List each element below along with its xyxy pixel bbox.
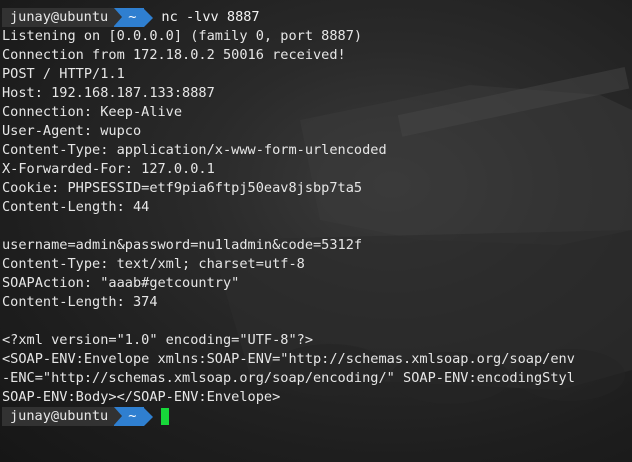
- output-line: Content-Type: application/x-www-form-url…: [2, 142, 387, 158]
- output-line: <?xml version="1.0" encoding="UTF-8"?>: [2, 332, 313, 348]
- terminal-window[interactable]: junay@ubuntu ~ nc -lvv 8887 Listening on…: [0, 0, 632, 462]
- prompt-user: junay@ubuntu: [2, 8, 115, 27]
- output-line: -ENC="http://schemas.xmlsoap.org/soap/en…: [2, 370, 575, 386]
- cursor-block[interactable]: [161, 408, 170, 425]
- output-line: X-Forwarded-For: 127.0.0.1: [2, 161, 215, 177]
- output-line: Content-Type: text/xml; charset=utf-8: [2, 256, 305, 272]
- output-line: SOAP-ENV:Body></SOAP-ENV:Envelope>: [2, 389, 281, 405]
- output-line: username=admin&password=nu1ladmin&code=5…: [2, 237, 363, 253]
- output-line: <SOAP-ENV:Envelope xmlns:SOAP-ENV="http:…: [2, 351, 575, 367]
- output-line: Content-Length: 374: [2, 294, 158, 310]
- prompt-directory: ~: [114, 8, 145, 27]
- output-line: Connection from 172.18.0.2 50016 receive…: [2, 47, 346, 63]
- output-line: SOAPAction: "aaab#getcountry": [2, 275, 240, 291]
- prompt-user: junay@ubuntu: [2, 407, 115, 426]
- output-line: Cookie: PHPSESSID=etf9pia6ftpj50eav8jsbp…: [2, 180, 363, 196]
- prompt-line-command: junay@ubuntu ~ nc -lvv 8887: [2, 8, 632, 27]
- prompt-arrow-icon: [144, 8, 154, 27]
- prompt-line-active[interactable]: junay@ubuntu ~: [2, 407, 632, 426]
- terminal-output[interactable]: junay@ubuntu ~ nc -lvv 8887 Listening on…: [2, 8, 632, 426]
- output-line: User-Agent: wupco: [2, 123, 142, 139]
- prompt-arrow-icon: [144, 407, 154, 426]
- output-line: Connection: Keep-Alive: [2, 104, 183, 120]
- output-line: Host: 192.168.187.133:8887: [2, 85, 215, 101]
- prompt-directory: ~: [114, 407, 145, 426]
- output-line: Content-Length: 44: [2, 199, 150, 215]
- output-line: POST / HTTP/1.1: [2, 66, 125, 82]
- output-line: Listening on [0.0.0.0] (family 0, port 8…: [2, 28, 363, 44]
- command-text: nc -lvv 8887: [161, 9, 260, 25]
